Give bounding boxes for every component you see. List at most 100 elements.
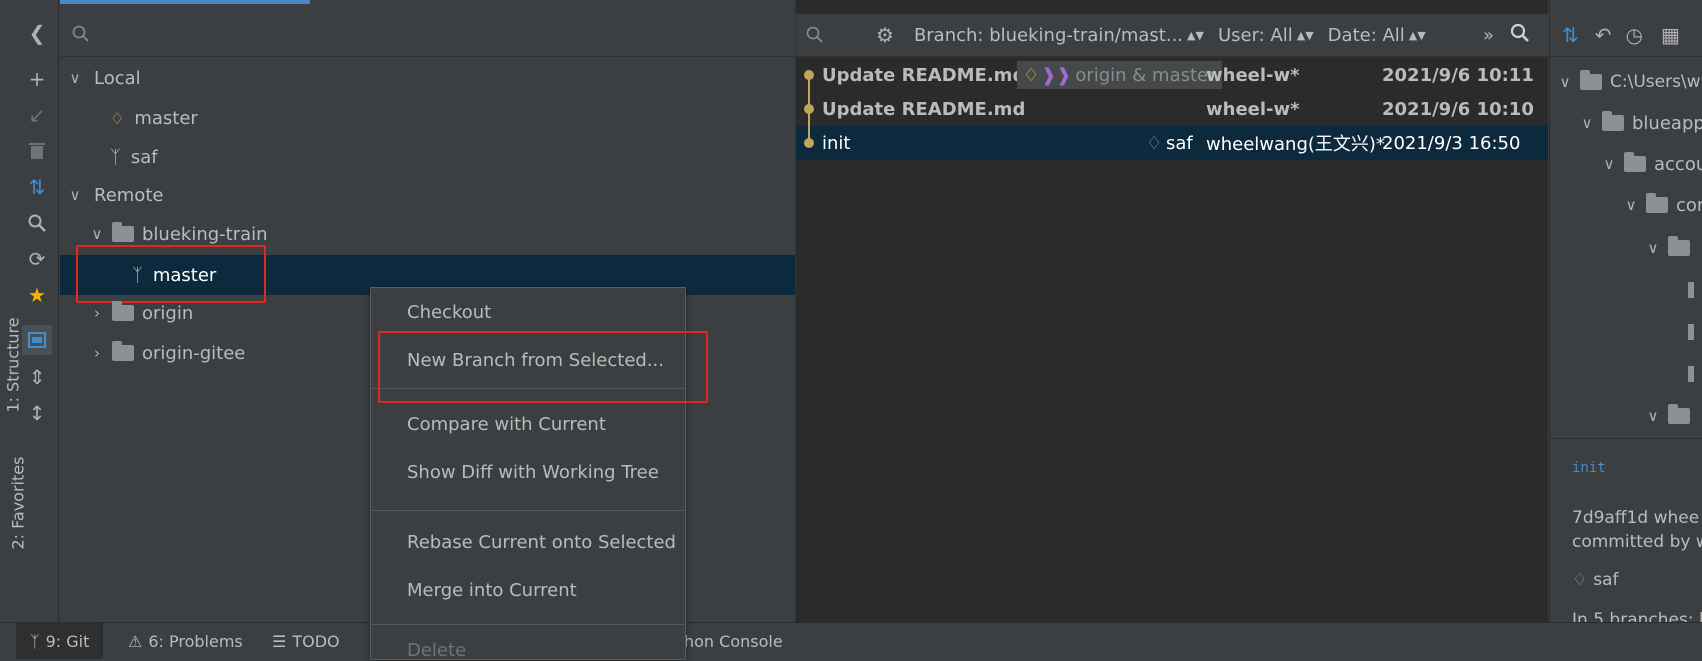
commit-tag: ♢ saf bbox=[1572, 570, 1619, 590]
sort-arrows-icon: ▲▼ bbox=[1187, 28, 1204, 42]
highlight-box-new-branch bbox=[378, 331, 708, 403]
folder-icon bbox=[1668, 236, 1690, 256]
chevron-down-icon: ∨ bbox=[69, 69, 81, 87]
commit-node bbox=[804, 70, 814, 80]
grid-icon[interactable]: ▦ bbox=[1661, 23, 1680, 47]
chevron-down-icon: ∨ bbox=[1625, 196, 1637, 214]
menu-item-show-diff[interactable]: Show Diff with Working Tree bbox=[407, 462, 659, 483]
details-toolbar: ⇅ ↶ ◷ ▦ bbox=[1550, 14, 1702, 57]
file-icon bbox=[1688, 282, 1694, 298]
expand-all-icon[interactable]: ⇕ bbox=[22, 362, 52, 392]
folder-icon bbox=[112, 341, 134, 361]
commit-row-selected[interactable]: init ♢ saf wheelwang(王文兴)* 2021/9/3 16:5… bbox=[796, 126, 1548, 160]
chevron-down-icon: ∨ bbox=[1581, 114, 1593, 132]
details-tree-node[interactable]: ∨ bbox=[1644, 228, 1698, 268]
chevron-right-icon: › bbox=[94, 304, 100, 322]
tab-underline bbox=[60, 0, 310, 4]
folder-icon bbox=[1646, 193, 1668, 213]
chevron-down-icon: ∨ bbox=[1647, 407, 1659, 425]
branch-search-input[interactable] bbox=[60, 14, 795, 57]
folder-icon bbox=[1580, 70, 1602, 90]
star-icon[interactable]: ★ bbox=[22, 280, 52, 310]
details-tree-node[interactable]: ∨ blueapp bbox=[1578, 103, 1702, 143]
chevron-right-icon: › bbox=[94, 344, 100, 362]
checkout-arrow-icon[interactable]: ↙ bbox=[22, 100, 52, 130]
commit-hash: 7d9aff1d whee bbox=[1572, 508, 1700, 528]
status-bar: ᛉ 9: Git ⚠ 6: Problems ☰ TODO hon Consol… bbox=[0, 622, 1702, 659]
commit-node bbox=[804, 138, 814, 148]
favorites-tab[interactable]: 2: Favorites bbox=[9, 457, 28, 550]
sort-arrows-icon: ▲▼ bbox=[1296, 28, 1314, 42]
local-group[interactable]: ∨ Local bbox=[66, 58, 141, 98]
local-branch-saf[interactable]: ᛉ saf bbox=[110, 137, 158, 177]
details-tree-node[interactable]: ∨ cor bbox=[1622, 185, 1702, 225]
commit-node bbox=[804, 104, 814, 114]
gear-icon[interactable]: ⚙ bbox=[876, 23, 894, 47]
branch-icon: ᛉ bbox=[110, 146, 121, 168]
tag-icon: ♢ bbox=[1572, 570, 1588, 590]
search-icon bbox=[72, 25, 89, 42]
details-tree-node[interactable]: ∨ bbox=[1644, 396, 1698, 436]
commit-branches: In 5 branches: b bbox=[1572, 610, 1702, 622]
tool-strip: ❮ + ↙ ⇅ ⟳ ★ ⇕ ↕ 1: Structure 2: Favorite… bbox=[0, 0, 59, 622]
todo-tab[interactable]: ☰ TODO bbox=[272, 623, 340, 659]
structure-tab[interactable]: 1: Structure bbox=[4, 317, 23, 412]
user-filter[interactable]: User: All bbox=[1218, 25, 1293, 46]
commit-row[interactable]: Update README.md ♢ ❱❱ origin & master wh… bbox=[796, 58, 1548, 92]
search-icon[interactable] bbox=[1510, 23, 1530, 48]
menu-item-rebase[interactable]: Rebase Current onto Selected bbox=[407, 532, 676, 553]
list-icon: ☰ bbox=[272, 631, 287, 651]
revert-icon[interactable]: ↶ bbox=[1595, 23, 1612, 47]
remote-folder-origin-gitee[interactable]: › origin-gitee bbox=[88, 333, 245, 373]
python-console-tab[interactable]: hon Console bbox=[684, 623, 783, 659]
refresh-icon[interactable]: ⟳ bbox=[22, 244, 52, 274]
menu-item-merge[interactable]: Merge into Current bbox=[407, 580, 577, 601]
git-tab[interactable]: ᛉ 9: Git bbox=[16, 623, 104, 659]
menu-item-checkout[interactable]: Checkout bbox=[407, 302, 491, 323]
branch-view-icon[interactable] bbox=[22, 325, 52, 355]
chevron-down-icon: ∨ bbox=[1647, 239, 1659, 257]
menu-separator bbox=[372, 624, 684, 625]
file-icon bbox=[1688, 324, 1694, 340]
commit-details-panel: ⇅ ↶ ◷ ▦ ∨ C:\Users\wl ∨ blueapp ∨ accou … bbox=[1549, 0, 1702, 622]
remote-folder-origin[interactable]: › origin bbox=[88, 293, 193, 333]
history-icon[interactable]: ◷ bbox=[1626, 23, 1643, 47]
commit-subject: init bbox=[1572, 460, 1606, 476]
collapse-all-icon[interactable]: ↕ bbox=[22, 398, 52, 428]
add-icon[interactable]: + bbox=[22, 64, 52, 94]
git-log-panel: ⚙ Branch: blueking-train/mast... ▲▼ User… bbox=[795, 0, 1548, 622]
branch-icon: ᛉ bbox=[30, 631, 40, 651]
commit-row[interactable]: Update README.md wheel-w* 2021/9/6 10:10 bbox=[796, 92, 1548, 126]
folder-icon bbox=[112, 301, 134, 321]
details-tree-node[interactable]: ∨ accou bbox=[1600, 144, 1702, 184]
chevron-down-icon: ∨ bbox=[91, 225, 103, 243]
ref-badge: ♢ ❱❱ origin & master bbox=[1017, 61, 1222, 89]
tag-icon: ♢ bbox=[1023, 64, 1040, 86]
search-icon[interactable] bbox=[22, 208, 52, 238]
date-filter[interactable]: Date: All bbox=[1328, 25, 1405, 46]
remote-ref-icon: ❱❱ bbox=[1041, 64, 1072, 86]
details-tree-root[interactable]: ∨ C:\Users\wl bbox=[1556, 62, 1702, 102]
warning-icon: ⚠ bbox=[128, 631, 143, 651]
more-icon[interactable]: » bbox=[1483, 25, 1494, 46]
tag-icon: ♢ bbox=[1146, 132, 1163, 154]
delete-trash-icon[interactable] bbox=[22, 136, 52, 166]
branch-filter[interactable]: Branch: blueking-train/mast... bbox=[914, 25, 1183, 46]
folder-icon bbox=[112, 222, 134, 242]
compare-icon[interactable]: ⇅ bbox=[1562, 23, 1579, 47]
chevron-down-icon: ∨ bbox=[1603, 155, 1615, 173]
problems-tab[interactable]: ⚠ 6: Problems bbox=[128, 623, 243, 659]
menu-item-compare[interactable]: Compare with Current bbox=[407, 414, 606, 435]
chevron-down-icon: ∨ bbox=[69, 186, 81, 204]
collapse-left-icon[interactable]: ❮ bbox=[22, 18, 52, 48]
compare-branches-icon[interactable]: ⇅ bbox=[22, 172, 52, 202]
chevron-down-icon: ∨ bbox=[1559, 73, 1571, 91]
search-icon bbox=[806, 26, 823, 43]
file-icon bbox=[1688, 366, 1694, 382]
menu-separator bbox=[372, 510, 684, 511]
folder-icon bbox=[1624, 152, 1646, 172]
local-branch-master[interactable]: ♢ master bbox=[110, 98, 198, 138]
log-search-input[interactable] bbox=[806, 26, 866, 44]
divider bbox=[1550, 438, 1702, 439]
remote-group[interactable]: ∨ Remote bbox=[66, 175, 164, 215]
